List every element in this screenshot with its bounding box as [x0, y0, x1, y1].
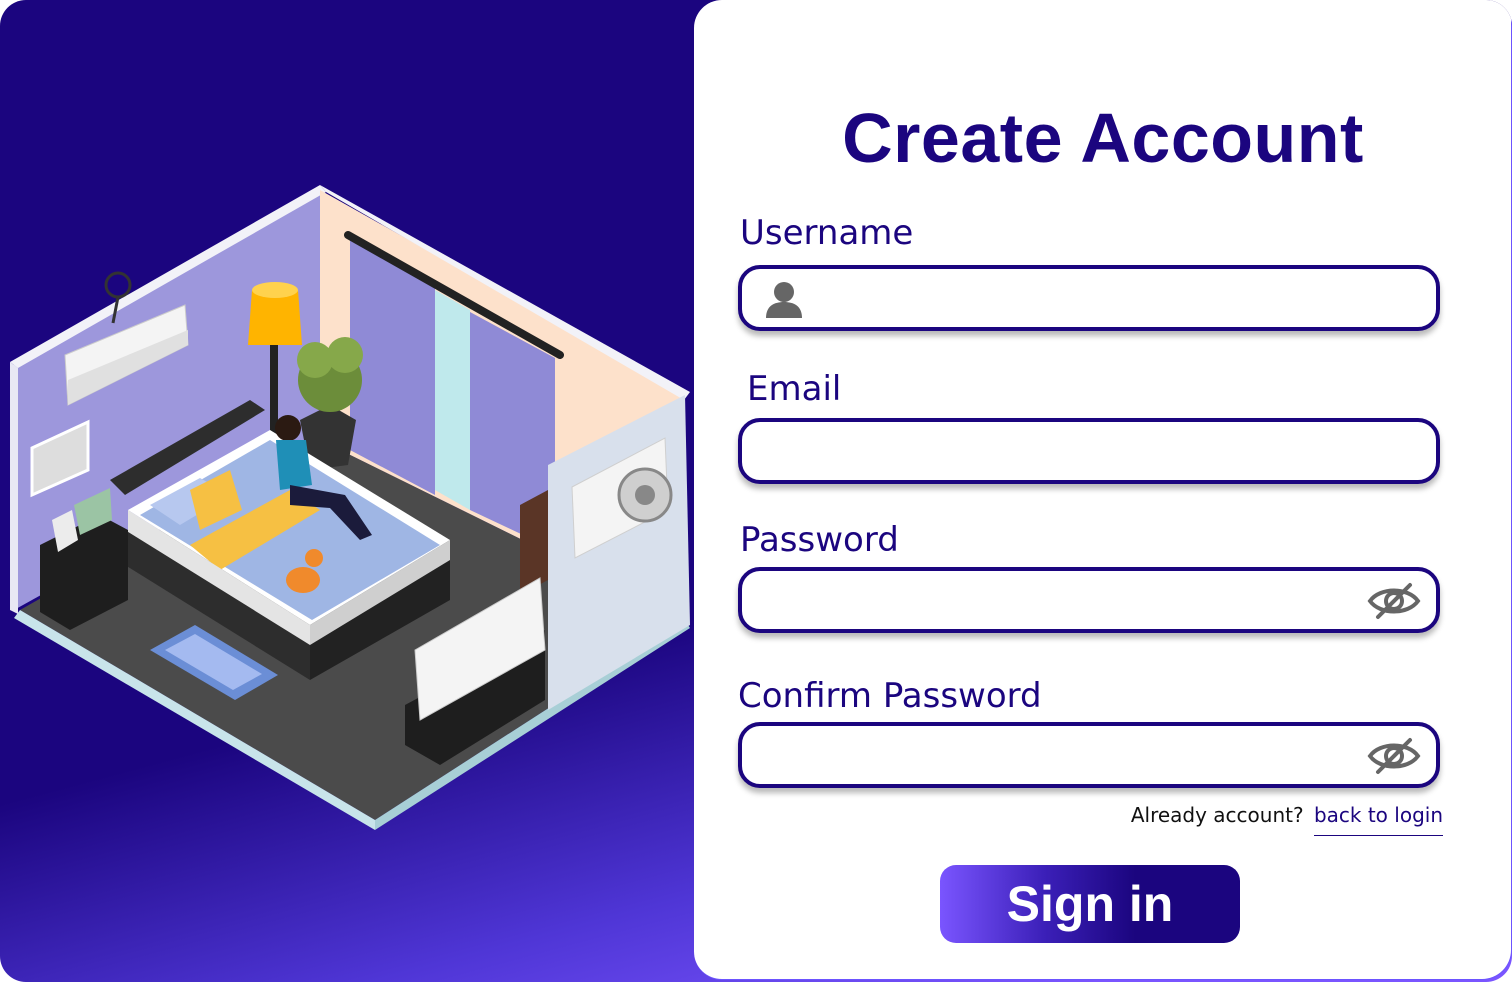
email-field	[738, 418, 1440, 484]
sign-in-button[interactable]: Sign in	[940, 865, 1240, 943]
password-label: Password	[740, 520, 899, 560]
email-input[interactable]	[742, 422, 1436, 480]
confirm-password-input[interactable]	[742, 726, 1436, 784]
username-field	[738, 265, 1440, 331]
username-input[interactable]	[742, 269, 1436, 327]
eye-slash-icon[interactable]	[1366, 736, 1422, 776]
confirm-password-field	[738, 722, 1440, 788]
login-prompt: Already account? back to login	[1130, 803, 1443, 836]
eye-slash-icon[interactable]	[1366, 581, 1422, 621]
email-label: Email	[747, 369, 842, 409]
confirm-password-label: Confirm Password	[738, 676, 1042, 716]
already-account-text: Already account?	[1130, 803, 1304, 827]
app-window: Create Account Username Email Password C…	[0, 0, 1512, 982]
signup-panel: Create Account Username Email Password C…	[694, 0, 1512, 980]
password-input[interactable]	[742, 571, 1436, 629]
password-field	[738, 567, 1440, 633]
back-to-login-link[interactable]: back to login	[1313, 803, 1443, 836]
bedroom-illustration	[0, 0, 720, 982]
page-title: Create Account	[842, 99, 1364, 177]
username-label: Username	[740, 213, 914, 253]
